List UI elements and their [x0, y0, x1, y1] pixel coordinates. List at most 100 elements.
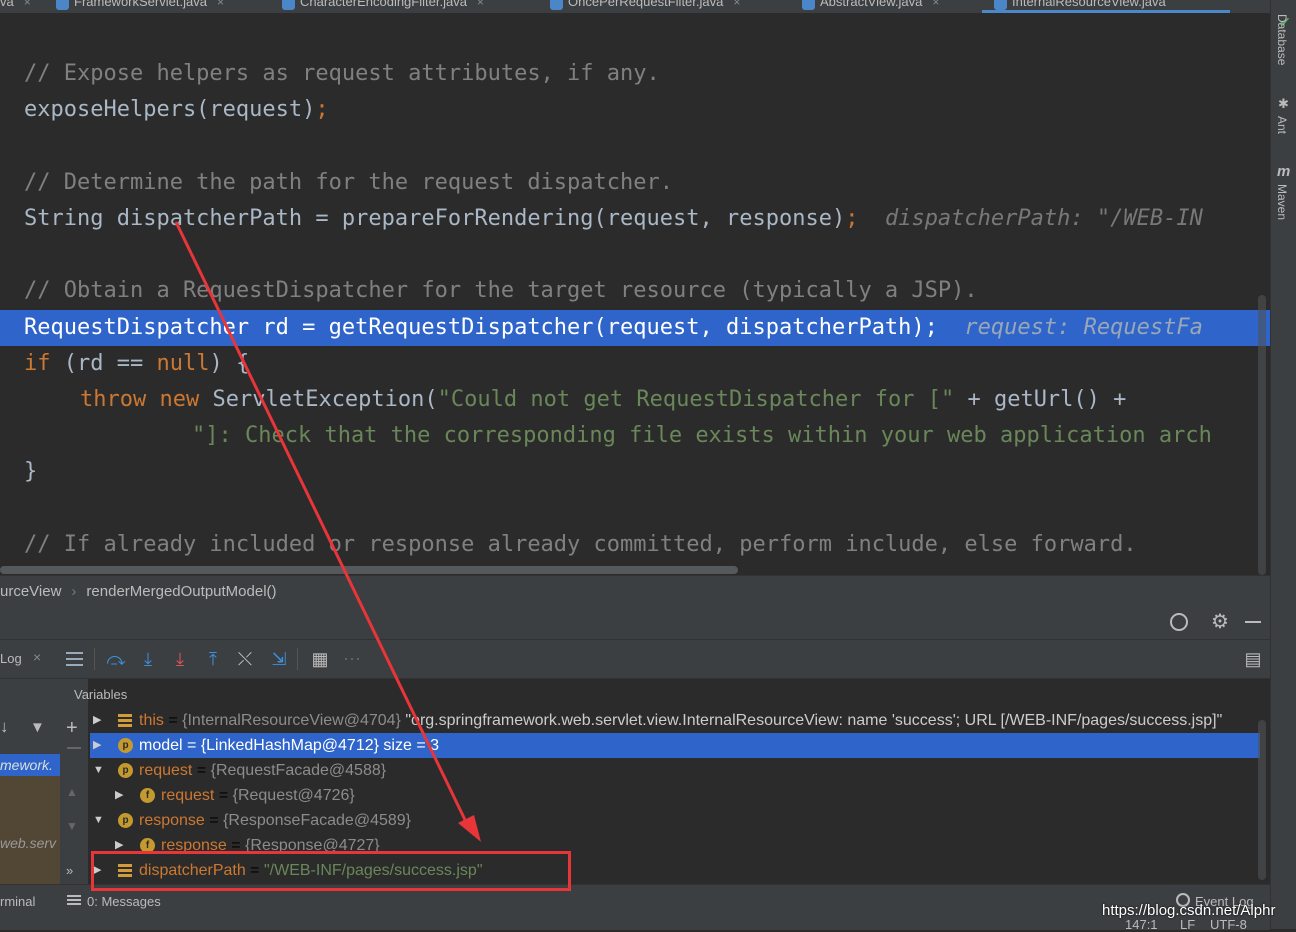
code-line: // Determine the path for the request di… [24, 165, 673, 201]
breadcrumb-class[interactable]: urceView [0, 583, 61, 600]
right-tool-stripe: ✔ Database ✱ Ant m Maven [1270, 0, 1296, 929]
code-text: } [24, 459, 38, 484]
tab-label: InternalResourceView.java [1012, 0, 1166, 9]
add-watch-icon[interactable]: + [66, 717, 78, 740]
variable-tostring: "org.springframework.web.servlet.view.In… [405, 712, 1223, 729]
database-tool-button[interactable]: Database [1275, 14, 1289, 65]
expand-arrow-icon[interactable]: ▶ [93, 708, 101, 733]
variable-text: response = {ResponseFacade@4589} [139, 812, 411, 829]
force-step-into-icon[interactable]: ⤓ [170, 649, 190, 669]
code-line-current: RequestDispatcher rd = getRequestDispatc… [24, 310, 1203, 346]
variable-row-request[interactable]: ▼ p request = {RequestFacade@4588} [90, 758, 1260, 783]
terminal-tool-button[interactable]: rminal [0, 894, 35, 909]
parameter-icon: p [118, 738, 133, 753]
code-punct: ; [845, 206, 859, 231]
code-comment: // If already included or response alrea… [24, 532, 1137, 557]
arrow-down-icon[interactable]: ↓ [0, 717, 9, 737]
variables-side-toolbar: + ▲ ▼ » [60, 679, 89, 884]
tab-label: OncePerRequestFilter.java [568, 0, 724, 9]
frames-panel: ↓ ▼ mework. web.serv [0, 679, 61, 884]
close-icon[interactable]: × [932, 0, 939, 9]
code-keyword: throw [80, 387, 147, 412]
expand-arrow-icon[interactable]: ▶ [93, 733, 101, 758]
move-up-icon[interactable]: ▲ [66, 785, 78, 799]
variable-value: {Request@4726} [232, 787, 355, 804]
code-text: RequestDispatcher rd = getRequestDispatc… [24, 315, 938, 340]
more-icon[interactable]: » [66, 863, 73, 878]
tab-abstractview[interactable]: AbstractView.java × [798, 0, 939, 13]
file-encoding[interactable]: UTF-8 [1210, 917, 1247, 932]
maven-tool-button[interactable]: Maven [1275, 184, 1289, 220]
caret-position[interactable]: 147:1 [1125, 917, 1158, 932]
variable-row-response[interactable]: ▼ p response = {ResponseFacade@4589} [90, 808, 1260, 833]
code-line: // Obtain a RequestDispatcher for the ta… [24, 273, 978, 309]
step-out-icon[interactable]: ⤒ [203, 649, 223, 669]
variable-text: this = {InternalResourceView@4704} "org.… [139, 712, 1223, 729]
frames-list-icon[interactable] [66, 652, 83, 666]
code-string: "]: Check that the corresponding file ex… [192, 423, 1212, 448]
variable-name: response [139, 812, 205, 829]
expand-arrow-icon[interactable]: ▶ [115, 783, 123, 808]
filter-icon[interactable]: ▼ [30, 719, 45, 736]
collapse-arrow-icon[interactable]: ▼ [93, 808, 104, 833]
editor-vertical-scrollbar[interactable] [1258, 295, 1266, 575]
run-to-cursor-icon[interactable]: ⇲ [269, 649, 289, 669]
code-line: if (rd == null) { [24, 346, 249, 382]
remove-watch-icon[interactable] [67, 747, 81, 749]
tab-log[interactable]: Log [0, 651, 22, 666]
tab-label: AbstractView.java [820, 0, 923, 9]
trace-current-stream-icon[interactable]: ⋯ [342, 649, 362, 669]
toolbar-divider [94, 648, 95, 670]
tool-label: Database [1275, 14, 1289, 66]
variable-row-model[interactable]: ▶ p model = {LinkedHashMap@4712} size = … [90, 733, 1260, 758]
variable-row-this[interactable]: ▶ this = {InternalResourceView@4704} "or… [90, 708, 1260, 733]
code-keyword: new [159, 387, 200, 412]
breadcrumb-method[interactable]: renderMergedOutputModel() [86, 583, 276, 600]
tool-label: Ant [1275, 116, 1289, 135]
variables-title: Variables [74, 687, 128, 702]
layout-settings-icon[interactable]: ▤ [1243, 649, 1263, 669]
tab-label: CharacterEncodingFilter.java [300, 0, 467, 9]
frame-item-selected[interactable]: mework. [0, 754, 60, 776]
tab-prev[interactable]: va × [0, 0, 31, 13]
collapse-arrow-icon[interactable]: ▼ [93, 758, 104, 783]
line-separator[interactable]: LF [1180, 917, 1195, 932]
close-icon[interactable]: × [733, 0, 740, 9]
tab-onceperrequestfilter[interactable]: OncePerRequestFilter.java × [546, 0, 740, 13]
close-icon[interactable]: × [33, 649, 41, 665]
frame-item[interactable]: web.serv [0, 835, 56, 851]
frame-list-area [0, 776, 60, 884]
tab-characterencodingfilter[interactable]: CharacterEncodingFilter.java × [278, 0, 484, 13]
minimize-icon[interactable] [1245, 621, 1261, 623]
maven-icon: m [1277, 163, 1291, 180]
code-text: ) { [209, 351, 250, 376]
breadcrumb: urceView › renderMergedOutputModel() [0, 575, 1270, 608]
gear-icon[interactable]: ⚙ [1211, 609, 1229, 634]
close-icon[interactable]: × [217, 0, 224, 9]
code-text: + getUrl() + [954, 387, 1127, 412]
variable-value: {ResponseFacade@4589} [223, 812, 411, 829]
code-line: // If already included or response alrea… [24, 527, 1137, 563]
step-over-icon[interactable]: ⤼ [106, 649, 126, 669]
evaluate-expression-icon[interactable]: ▦ [310, 649, 330, 669]
crosshair-icon[interactable] [1170, 613, 1188, 631]
close-icon[interactable]: × [24, 0, 31, 9]
variable-row-request-field[interactable]: ▶ f request = {Request@4726} [90, 783, 1260, 808]
close-icon[interactable]: × [477, 0, 484, 9]
code-text: ServletException( [212, 387, 438, 412]
java-class-icon [56, 0, 69, 10]
step-into-icon[interactable]: ⤓ [138, 649, 158, 669]
messages-tool-button[interactable]: 0: Messages [87, 894, 161, 909]
variables-scrollbar[interactable] [1258, 720, 1266, 880]
drop-frame-icon[interactable]: ⤬ [235, 649, 255, 669]
code-line: // Expose helpers as request attributes,… [24, 56, 660, 92]
code-editor[interactable]: // Expose helpers as request attributes,… [0, 13, 1270, 575]
editor-horizontal-scrollbar[interactable] [0, 566, 738, 574]
tab-frameworkservlet[interactable]: FrameworkServlet.java × [52, 0, 224, 13]
java-class-icon [994, 0, 1007, 10]
parameter-icon: p [118, 813, 133, 828]
ant-tool-button[interactable]: Ant [1275, 116, 1289, 134]
code-text: String dispatcherPath = prepareForRender… [24, 206, 846, 231]
watermark-url: https://blog.csdn.net/Alphr [1102, 902, 1276, 919]
move-down-icon[interactable]: ▼ [66, 819, 78, 833]
